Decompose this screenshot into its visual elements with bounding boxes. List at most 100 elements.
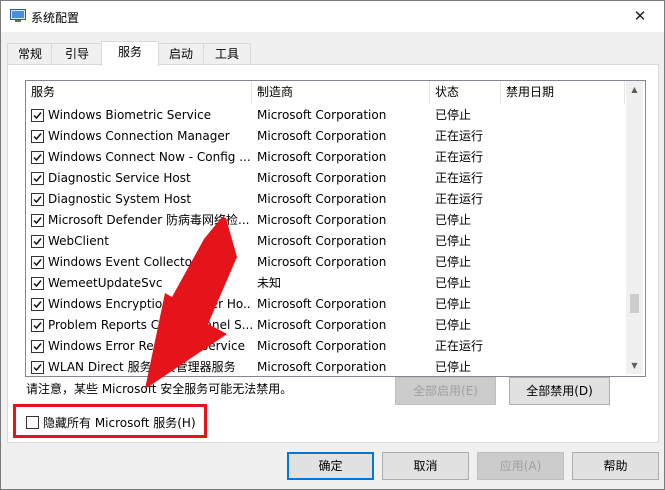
tab-boot[interactable]: 引导 [51,43,103,65]
service-status: 已停止 [435,255,472,269]
service-vendor: Microsoft Corporation [257,339,387,353]
service-name: WebClient [48,234,109,248]
service-vendor: Microsoft Corporation [257,255,387,269]
checkmark-icon [33,301,42,309]
service-name: Microsoft Defender 防病毒网络检... [48,213,250,227]
service-vendor: Microsoft Corporation [257,150,387,164]
service-name: Windows Connection Manager [48,129,230,143]
service-checkbox[interactable] [31,298,44,311]
service-name: Problem Reports Control Panel S... [48,318,252,332]
service-checkbox[interactable] [31,235,44,248]
service-row[interactable]: Windows Connection Manager Microsoft Corp… [26,126,625,147]
scroll-thumb[interactable] [630,294,639,313]
service-row[interactable]: Diagnostic System Host Microsoft Corporat… [26,189,625,210]
scroll-up-icon[interactable]: ▲ [626,81,643,98]
service-row[interactable]: Microsoft Defender 防病毒网络检... Microsoft Co… [26,210,625,231]
service-status: 正在运行 [435,339,484,353]
security-note: 请注意，某些 Microsoft 安全服务可能无法禁用。 [26,382,293,396]
column-header-disabled-date[interactable]: 禁用日期 [501,81,625,104]
checkmark-icon [33,259,42,267]
checkmark-icon [33,175,42,183]
service-vendor: Microsoft Corporation [257,171,387,185]
service-row[interactable]: Windows Event Collector Microsoft Corpora… [26,252,625,273]
service-checkbox[interactable] [31,172,44,185]
window-title: 系统配置 [31,11,80,25]
ok-button[interactable]: 确定 [287,452,374,480]
service-checkbox[interactable] [31,109,44,122]
disable-all-button[interactable]: 全部禁用(D) [509,377,610,405]
checkmark-icon [33,322,42,330]
vertical-scrollbar[interactable]: ▲ ▼ [626,81,643,374]
checkmark-icon [33,154,42,162]
service-row[interactable]: WLAN Direct 服务连接管理器服务 Microsoft Corporati… [26,357,625,376]
service-vendor: Microsoft Corporation [257,108,387,122]
service-row[interactable]: Windows Biometric Service Microsoft Corpo… [26,105,625,126]
hide-ms-services-label[interactable]: 隐藏所有 Microsoft 服务(H) [43,414,196,431]
service-vendor: Microsoft Corporation [257,129,387,143]
checkmark-icon [33,196,42,204]
column-header-service[interactable]: 服务 [26,81,252,104]
service-checkbox[interactable] [31,319,44,332]
service-name: WemeetUpdateSvc [48,276,163,290]
service-checkbox[interactable] [31,277,44,290]
checkmark-icon [33,343,42,351]
enable-all-button[interactable]: 全部启用(E) [395,377,496,405]
service-status: 正在运行 [435,150,484,164]
service-checkbox[interactable] [31,256,44,269]
service-name: Windows Biometric Service [48,108,212,122]
service-status: 正在运行 [435,129,484,143]
service-row[interactable]: Windows Connect Now - Config ... Microsof… [26,147,625,168]
service-row[interactable]: Windows Encryption Provider Ho... Microso… [26,294,625,315]
checkmark-icon [33,217,42,225]
list-header: 服务 制造商 状态 禁用日期 [26,81,625,104]
service-status: 已停止 [435,360,472,374]
service-name: Windows Error Reporting Service [48,339,245,353]
close-icon[interactable]: ✕ [622,3,658,29]
service-row[interactable]: Diagnostic Service Host Microsoft Corpora… [26,168,625,189]
service-checkbox[interactable] [31,130,44,143]
services-list: 服务 制造商 状态 禁用日期 Windows Biometric Service… [25,80,646,377]
system-config-window: 系统配置 ✕ 常规 引导 服务 启动 工具 服务 制造商 状态 禁用日期 Win… [0,0,665,490]
service-checkbox[interactable] [31,340,44,353]
service-name: WLAN Direct 服务连接管理器服务 [48,360,236,374]
service-name: Windows Event Collector [48,255,197,269]
column-header-status[interactable]: 状态 [430,81,501,104]
service-status: 已停止 [435,276,472,290]
column-header-vendor[interactable]: 制造商 [252,81,430,104]
help-button[interactable]: 帮助 [572,452,659,480]
service-name: Diagnostic System Host [48,192,192,206]
scroll-down-icon[interactable]: ▼ [626,357,643,374]
tab-startup[interactable]: 启动 [157,43,205,65]
service-vendor: Microsoft Corporation [257,192,387,206]
service-row[interactable]: Windows Error Reporting Service Microsoft… [26,336,625,357]
checkmark-icon [33,238,42,246]
service-row[interactable]: WebClient Microsoft Corporation 已停止 [26,231,625,252]
service-vendor: Microsoft Corporation [257,234,387,248]
service-vendor: Microsoft Corporation [257,360,387,374]
hide-ms-services-checkbox[interactable] [26,416,39,429]
service-name: Diagnostic Service Host [48,171,191,185]
apply-button[interactable]: 应用(A) [477,452,564,480]
service-status: 已停止 [435,297,472,311]
checkmark-icon [33,280,42,288]
service-row[interactable]: Problem Reports Control Panel S... Micros… [26,315,625,336]
cancel-button[interactable]: 取消 [382,452,469,480]
service-checkbox[interactable] [31,214,44,227]
service-vendor: Microsoft Corporation [257,297,387,311]
tab-tools[interactable]: 工具 [203,43,251,65]
service-checkbox[interactable] [31,361,44,374]
tab-services[interactable]: 服务 [101,41,159,66]
service-name: Windows Encryption Provider Ho... [48,297,252,311]
service-checkbox[interactable] [31,193,44,206]
service-status: 已停止 [435,234,472,248]
tab-general[interactable]: 常规 [7,43,53,65]
service-checkbox[interactable] [31,151,44,164]
services-panel: 服务 制造商 状态 禁用日期 Windows Biometric Service… [7,64,659,443]
service-status: 正在运行 [435,192,484,206]
service-status: 已停止 [435,213,472,227]
service-row[interactable]: WemeetUpdateSvc 未知 已停止 [26,273,625,294]
service-status: 已停止 [435,108,472,122]
system-config-app-icon [10,9,26,22]
checkmark-icon [33,364,42,372]
hide-ms-services-highlight: 隐藏所有 Microsoft 服务(H) [13,404,207,438]
